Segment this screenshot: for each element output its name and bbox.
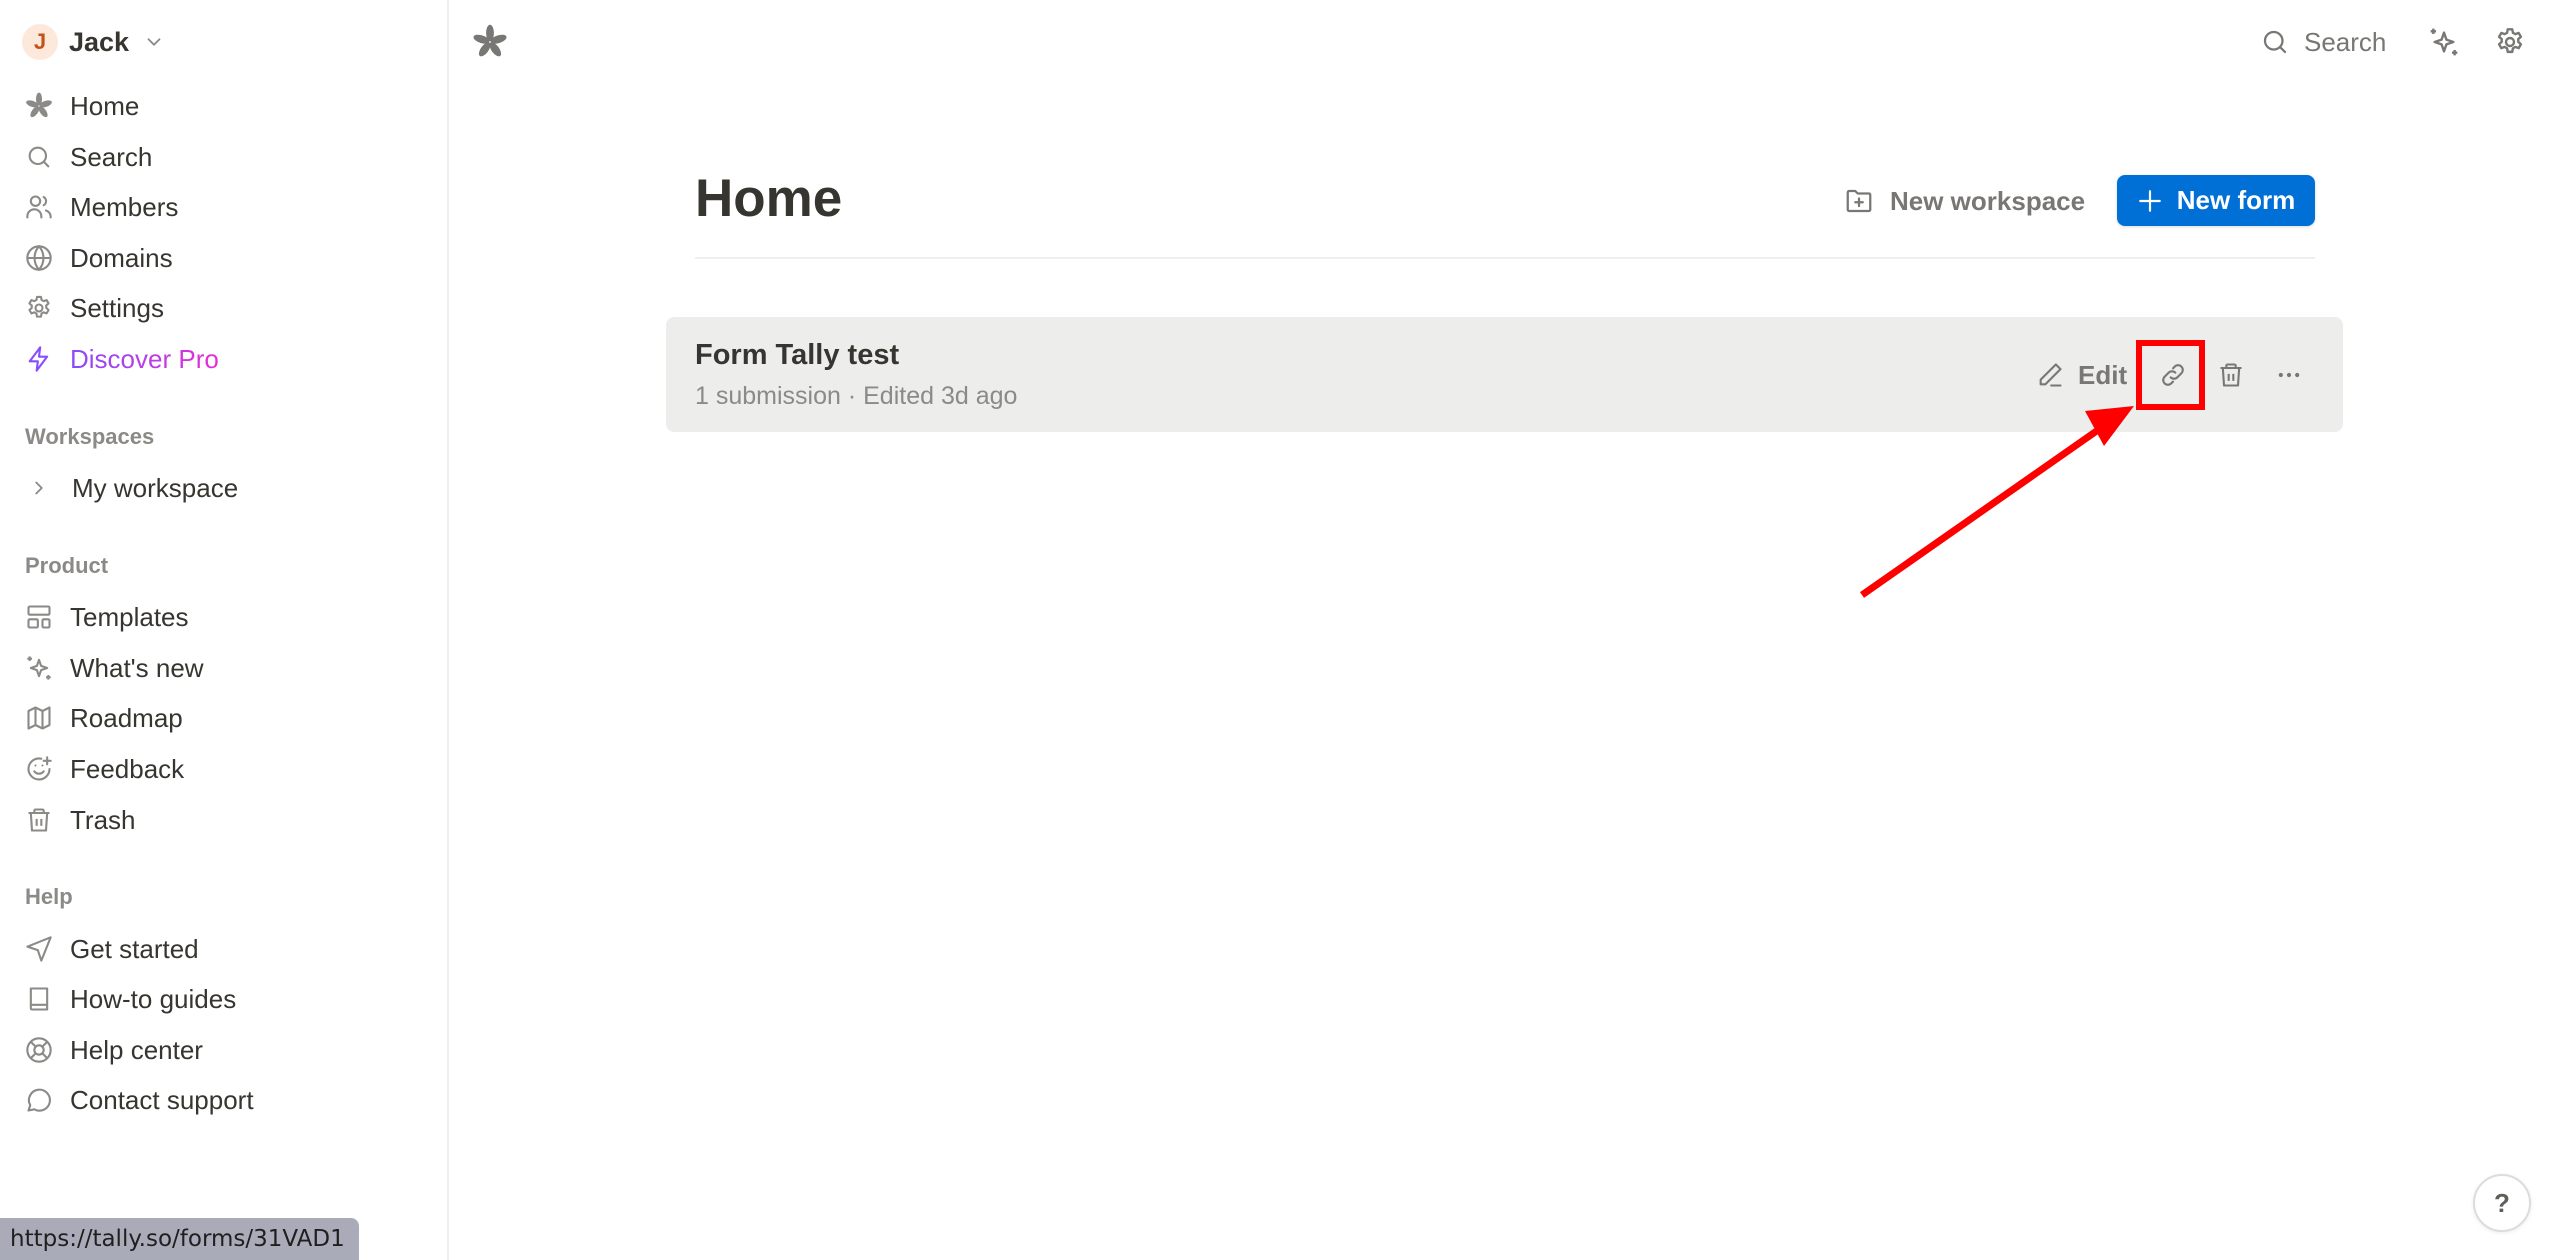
- copy-link-button[interactable]: [2155, 357, 2191, 393]
- smile-plus-icon: [24, 754, 54, 784]
- sparkles-icon: [24, 653, 54, 683]
- sidebar-item-label: Discover Pro: [70, 343, 219, 374]
- sidebar-item-templates[interactable]: Templates: [24, 597, 189, 637]
- page-title: Home: [695, 169, 843, 228]
- top-search-label: Search: [2304, 26, 2387, 57]
- link-icon: [2162, 364, 2184, 386]
- user-name: Jack: [69, 26, 130, 57]
- sidebar: J Jack Home Search Members Domains Setti…: [0, 0, 449, 1260]
- help-button[interactable]: ?: [2473, 1174, 2531, 1232]
- delete-form-button[interactable]: [2213, 357, 2249, 393]
- sidebar-item-how-to-guides[interactable]: How-to guides: [24, 979, 236, 1019]
- users-icon: [24, 192, 54, 222]
- sidebar-item-label: Roadmap: [70, 702, 183, 733]
- sidebar-item-trash[interactable]: Trash: [24, 800, 136, 840]
- sidebar-item-members[interactable]: Members: [24, 187, 178, 227]
- avatar: J: [22, 24, 58, 60]
- more-options-button[interactable]: [2271, 357, 2307, 393]
- send-icon: [24, 934, 54, 964]
- chat-icon: [24, 1085, 54, 1115]
- gear-icon: [24, 293, 54, 323]
- sidebar-item-label: Feedback: [70, 753, 185, 784]
- sidebar-item-label: Trash: [70, 804, 136, 835]
- lightning-icon: [24, 344, 54, 374]
- sidebar-item-feedback[interactable]: Feedback: [24, 749, 184, 789]
- sidebar-item-label: Members: [70, 191, 179, 222]
- sidebar-item-label: Home: [70, 90, 140, 121]
- user-menu[interactable]: J Jack: [22, 22, 165, 62]
- sidebar-item-home[interactable]: Home: [24, 86, 139, 126]
- folder-plus-icon: [1846, 189, 1872, 213]
- more-horizontal-icon: [2278, 372, 2300, 378]
- new-workspace-label: New workspace: [1890, 185, 2086, 216]
- product-section-label: Product: [25, 553, 109, 578]
- trash-icon: [2220, 363, 2242, 387]
- globe-icon: [24, 243, 54, 273]
- new-form-label: New form: [2176, 185, 2296, 215]
- help-section-label: Help: [25, 884, 73, 909]
- asterisk-icon: [24, 91, 54, 121]
- edit-label: Edit: [2078, 359, 2128, 390]
- sidebar-item-label: How-to guides: [70, 983, 237, 1014]
- new-workspace-button[interactable]: New workspace: [1844, 180, 2085, 222]
- pencil-icon: [2039, 363, 2062, 387]
- trash-icon: [24, 805, 54, 835]
- tally-logo-icon[interactable]: [472, 24, 508, 60]
- form-title[interactable]: Form Tally test: [695, 339, 899, 372]
- sparkles-icon[interactable]: [2428, 26, 2460, 58]
- templates-icon: [24, 602, 54, 632]
- lifebuoy-icon: [24, 1035, 54, 1065]
- sidebar-item-label: Get started: [70, 933, 199, 964]
- sidebar-item-contact-support[interactable]: Contact support: [24, 1080, 254, 1120]
- top-search-button[interactable]: Search: [2260, 22, 2386, 62]
- edit-form-button[interactable]: Edit: [2036, 354, 2127, 396]
- sidebar-item-roadmap[interactable]: Roadmap: [24, 698, 183, 738]
- sidebar-item-label: Search: [70, 141, 153, 172]
- workspace-label: My workspace: [72, 472, 239, 503]
- sidebar-item-label: Settings: [70, 292, 164, 323]
- sidebar-item-get-started[interactable]: Get started: [24, 929, 199, 969]
- chevron-right-icon: [35, 481, 43, 495]
- book-icon: [24, 984, 54, 1014]
- form-list-item[interactable]: Form Tally test 1 submission · Edited 3d…: [666, 317, 2343, 432]
- sidebar-item-whats-new[interactable]: What's new: [24, 648, 204, 688]
- sidebar-item-help-center[interactable]: Help center: [24, 1030, 203, 1070]
- form-meta: 1 submission · Edited 3d ago: [695, 382, 1018, 410]
- sidebar-item-label: What's new: [70, 652, 204, 683]
- sidebar-item-label: Contact support: [70, 1084, 254, 1115]
- sidebar-item-label: Templates: [70, 601, 189, 632]
- sidebar-item-search[interactable]: Search: [24, 137, 152, 177]
- plus-icon: [2138, 189, 2161, 212]
- status-url-tooltip: https://tally.so/forms/31VAD1: [0, 1218, 359, 1260]
- sidebar-item-domains[interactable]: Domains: [24, 238, 173, 278]
- sidebar-item-discover-pro[interactable]: Discover Pro: [24, 339, 219, 379]
- sidebar-item-label: Help center: [70, 1034, 203, 1065]
- sidebar-item-label: Domains: [70, 242, 173, 273]
- workspaces-section-label: Workspaces: [25, 424, 155, 449]
- title-divider: [695, 257, 2315, 259]
- new-form-button[interactable]: New form: [2117, 175, 2315, 226]
- search-icon: [2263, 30, 2287, 54]
- search-icon: [24, 142, 54, 172]
- sidebar-item-settings[interactable]: Settings: [24, 288, 164, 328]
- gear-icon[interactable]: [2494, 26, 2526, 58]
- map-icon: [24, 703, 54, 733]
- chevron-down-icon: [147, 38, 161, 46]
- workspace-item-my-workspace[interactable]: My workspace: [28, 468, 238, 508]
